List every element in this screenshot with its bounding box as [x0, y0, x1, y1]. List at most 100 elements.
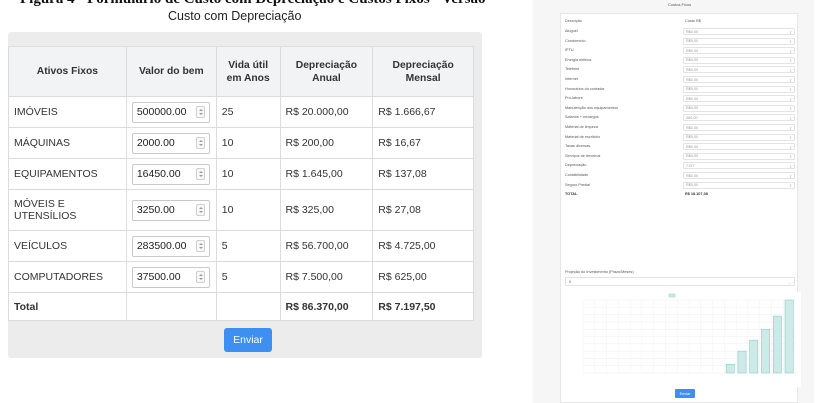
number-spinner-icon[interactable] — [195, 204, 205, 216]
fixed-cost-input[interactable]: R$0,00 ⇕ — [683, 28, 795, 35]
fixed-cost-row: Telefone R$0,00 ⇕ — [565, 66, 795, 74]
number-spinner-icon[interactable]: ⇕ — [789, 97, 792, 102]
asset-value-cell: 2000.00 — [125, 127, 217, 159]
fixed-cost-input[interactable]: R$0,00 ⇕ — [683, 133, 795, 141]
table-row: MÓVEIS E UTENSÍLIOS 3250.00 10 R$ 325,00… — [8, 189, 474, 231]
fixed-cost-label: Seguro Predial — [565, 182, 591, 187]
fixed-cost-input[interactable]: 7197 ⇕ — [683, 162, 795, 170]
fixed-cost-input[interactable]: R$0,00 ⇕ — [683, 172, 795, 179]
asset-value-input[interactable]: 500000.00 — [131, 101, 210, 123]
number-spinner-icon[interactable]: ⇕ — [789, 78, 792, 83]
fixed-cost-row: Salários + encargos 480,00 ⇕ — [565, 114, 795, 122]
empty-cell — [125, 292, 217, 321]
fixed-cost-label: Material de limpeza — [565, 125, 598, 129]
projection-input[interactable]: 0 ⌄ — [565, 277, 795, 286]
fixed-cost-input[interactable]: R$0,00 ⇕ — [683, 85, 795, 93]
header-cost: Custo R$ — [685, 19, 701, 23]
number-spinner-icon[interactable]: ⇕ — [789, 126, 792, 131]
table-header-row: Ativos Fixos Valor do bem Vida útil em A… — [8, 46, 474, 97]
asset-value-text: 3250.00 — [136, 204, 175, 216]
fixed-cost-label: Salários + encargos — [565, 115, 599, 120]
number-spinner-icon[interactable]: ⇕ — [789, 116, 792, 121]
number-spinner-icon[interactable]: ⇕ — [789, 49, 792, 54]
fixed-cost-row: Seguro Predial R$0,00 ⇕ — [565, 181, 795, 190]
total-label: Total — [8, 292, 127, 321]
number-spinner-icon[interactable]: ⇕ — [789, 164, 792, 169]
submit-button[interactable]: Enviar — [224, 328, 272, 352]
investment-chart — [561, 292, 801, 387]
fixed-cost-label: Contabilidade — [565, 173, 589, 177]
fixed-cost-total-row: TOTAL R$ 18.107,08 — [565, 191, 795, 199]
fixed-cost-input[interactable]: R$0,00 ⇕ — [683, 104, 795, 112]
annual-depreciation: R$ 200,00 — [279, 127, 374, 159]
number-spinner-icon[interactable]: ⇕ — [789, 154, 792, 159]
fixed-cost-input[interactable]: 480,00 ⇕ — [683, 114, 795, 122]
fixed-cost-value: R$0,00 — [686, 144, 699, 149]
number-spinner-icon[interactable]: ⇕ — [789, 135, 792, 140]
number-spinner-icon[interactable]: ⇕ — [789, 106, 792, 111]
total-monthly: R$ 7.197,50 — [372, 292, 474, 321]
number-spinner-icon[interactable] — [195, 137, 205, 149]
asset-value-text: 37500.00 — [136, 271, 181, 283]
fixed-cost-label: IPTU — [565, 48, 574, 53]
fixed-cost-input[interactable]: R$0,00 ⇕ — [683, 152, 795, 160]
useful-life: 10 — [215, 189, 281, 231]
useful-life: 25 — [215, 96, 281, 128]
fixed-cost-input[interactable]: R$0,00 ⇕ — [683, 56, 795, 64]
depreciation-panel: Ativos Fixos Valor do bem Vida útil em A… — [8, 32, 482, 358]
asset-name: VEÍCULOS — [8, 230, 127, 262]
asset-value-input[interactable]: 37500.00 — [131, 266, 210, 288]
annual-depreciation: R$ 56.700,00 — [279, 230, 374, 262]
fixed-cost-input[interactable]: R$0,00 ⇕ — [683, 124, 795, 131]
fixed-cost-input[interactable]: R$0,00 ⇕ — [683, 47, 795, 55]
fixed-cost-row: Material de escritório R$0,00 ⇕ — [565, 133, 795, 142]
number-spinner-icon[interactable]: ⇕ — [789, 87, 792, 92]
fixed-cost-input[interactable]: R$0,00 ⇕ — [683, 66, 795, 74]
total-annual: R$ 86.370,00 — [279, 292, 374, 321]
asset-name: EQUIPAMENTOS — [8, 158, 127, 190]
fixed-cost-value: R$0,00 — [686, 29, 699, 34]
fixed-cost-row: Pró-labore R$0,00 ⇕ — [565, 95, 795, 103]
fixed-cost-input[interactable]: R$0,00 ⇕ — [683, 143, 795, 151]
fixed-cost-value: R$0,00 — [686, 96, 699, 101]
fixed-cost-row: Energia elétrica R$0,00 ⇕ — [565, 56, 795, 65]
number-spinner-icon[interactable]: ⇕ — [789, 68, 792, 73]
number-spinner-icon[interactable]: ⇕ — [789, 58, 792, 63]
fixed-cost-value: R$0,00 — [686, 106, 699, 111]
chart-bar — [725, 363, 735, 374]
number-spinner-icon[interactable]: ⇕ — [789, 30, 792, 35]
fixed-cost-input[interactable]: R$0,00 ⇕ — [683, 95, 795, 103]
fixed-cost-label: Manutenção dos equipamentos — [565, 105, 618, 110]
fixed-cost-input[interactable]: R$0,00 ⇕ — [683, 181, 795, 189]
asset-name: MÁQUINAS — [8, 127, 127, 159]
fixed-cost-input[interactable]: R$0,00 ⇕ — [683, 76, 795, 83]
number-spinner-icon[interactable] — [195, 106, 205, 118]
number-spinner-icon[interactable]: ⇕ — [789, 183, 792, 188]
fixed-cost-total-label: TOTAL — [565, 192, 578, 197]
asset-value-input[interactable]: 3250.00 — [131, 199, 210, 221]
number-spinner-icon[interactable]: ⇕ — [789, 174, 792, 179]
header-life: Vida útil em Anos — [215, 46, 281, 97]
fixed-cost-row: Aluguel R$0,00 ⇕ — [565, 28, 795, 36]
number-spinner-icon[interactable] — [195, 271, 205, 283]
fixed-cost-label: Depreciação — [565, 163, 587, 168]
asset-value-cell: 500000.00 — [125, 96, 217, 128]
fixed-cost-value: R$0,00 — [686, 48, 699, 53]
asset-value-input[interactable]: 16450.00 — [131, 163, 210, 185]
number-spinner-icon[interactable]: ⇕ — [789, 39, 792, 44]
total-row: Total R$ 86.370,00 R$ 7.197,50 — [8, 292, 474, 321]
number-spinner-icon[interactable]: ⇕ — [789, 145, 792, 150]
fixed-costs-title: Custos Fixos — [668, 2, 692, 7]
asset-value-input[interactable]: 283500.00 — [131, 235, 210, 257]
asset-value-input[interactable]: 2000.00 — [131, 132, 210, 154]
fixed-cost-value: R$0,00 — [686, 125, 699, 130]
empty-cell — [215, 292, 281, 321]
fixed-cost-row: Depreciação 7197 ⇕ — [565, 162, 795, 170]
number-spinner-icon[interactable] — [195, 240, 205, 252]
fixed-cost-value: R$0,00 — [686, 87, 699, 92]
fixed-cost-input[interactable]: R$0,00 ⇕ — [683, 37, 795, 45]
fixed-costs-submit-button[interactable]: Enviar — [675, 389, 695, 398]
useful-life: 5 — [215, 261, 281, 293]
number-spinner-icon[interactable] — [195, 168, 205, 180]
annual-depreciation: R$ 20.000,00 — [279, 96, 374, 128]
